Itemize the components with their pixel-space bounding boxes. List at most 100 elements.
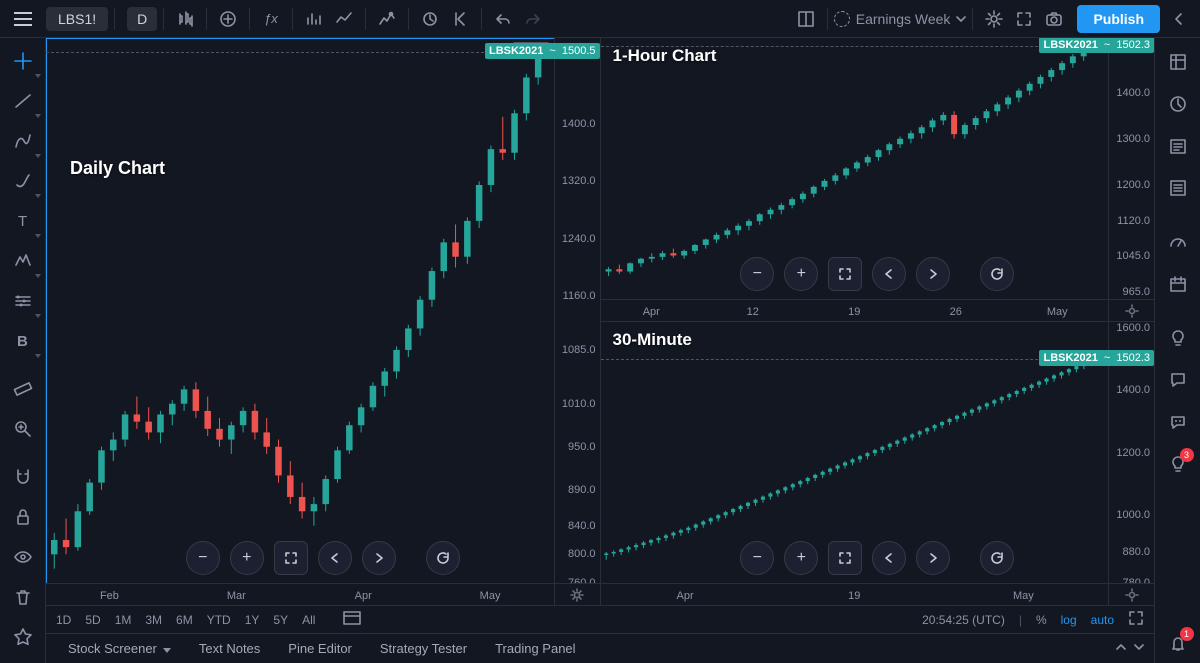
scroll-left-button[interactable] [872, 541, 906, 575]
reset-button[interactable] [980, 257, 1014, 291]
tool-pattern[interactable] [3, 242, 43, 280]
chart-grid: USD Daily Chart LBSK2021 ~ 1500.5 1400.0… [46, 38, 1154, 605]
tool-fib[interactable] [3, 122, 43, 160]
tool-zoom[interactable] [3, 410, 43, 448]
public-chat-icon[interactable] [1158, 360, 1198, 400]
maximize-pane-button[interactable] [828, 541, 862, 575]
range-5D[interactable]: 5D [85, 613, 100, 627]
zoom-out-button[interactable]: − [186, 541, 220, 575]
layout-icon[interactable] [791, 5, 821, 33]
axis-settings-hour[interactable] [1108, 299, 1154, 321]
watchlist-icon[interactable] [1158, 42, 1198, 82]
pane-daily[interactable]: USD Daily Chart LBSK2021 ~ 1500.5 1400.0… [46, 38, 600, 605]
yaxis-hour[interactable]: 1400.01300.01200.01120.01045.0965.0 [1108, 38, 1154, 299]
percent-toggle[interactable]: % [1036, 613, 1047, 627]
zoom-in-button[interactable]: + [230, 541, 264, 575]
tool-trendline[interactable] [3, 82, 43, 120]
pane-thirty[interactable]: 30-Minute LBSK2021~ 1502.3 1600.01400.01… [601, 322, 1155, 605]
fullscreen-icon[interactable] [1009, 5, 1039, 33]
bars-icon[interactable] [299, 5, 329, 33]
alert-icon[interactable] [415, 5, 445, 33]
tool-trash[interactable] [3, 578, 43, 616]
financials-icon[interactable] [372, 5, 402, 33]
goto-date-icon[interactable] [343, 611, 361, 628]
scroll-right-button[interactable] [916, 541, 950, 575]
layout-name[interactable]: Earnings Week [834, 11, 967, 27]
zoom-out-button[interactable]: − [740, 541, 774, 575]
range-1M[interactable]: 1M [115, 613, 132, 627]
tool-forecast[interactable] [3, 282, 43, 320]
axis-settings-thirty[interactable] [1108, 583, 1154, 605]
axis-fullscreen-icon[interactable] [1128, 610, 1144, 629]
bottom-tab-text-notes[interactable]: Text Notes [185, 637, 274, 660]
publish-button[interactable]: Publish [1077, 5, 1160, 33]
candles-icon[interactable] [170, 5, 200, 33]
tool-magnet[interactable] [3, 458, 43, 496]
undo-icon[interactable] [488, 5, 518, 33]
yaxis-daily[interactable]: 1400.01320.01240.01160.01085.01010.0950.… [554, 38, 600, 583]
maximize-pane-button[interactable] [828, 257, 862, 291]
range-6M[interactable]: 6M [176, 613, 193, 627]
ideas-stream-icon[interactable]: 3 [1158, 444, 1198, 484]
scroll-left-button[interactable] [872, 257, 906, 291]
tool-brush[interactable] [3, 162, 43, 200]
xaxis-daily[interactable]: FebMarAprMay [46, 583, 554, 605]
price-tag-daily: LBSK2021 ~ 1500.5 [485, 43, 600, 59]
range-All[interactable]: All [302, 613, 315, 627]
range-1D[interactable]: 1D [56, 613, 71, 627]
auto-toggle[interactable]: auto [1091, 613, 1114, 627]
zoom-in-button[interactable]: + [784, 541, 818, 575]
tool-eye[interactable] [3, 538, 43, 576]
zoom-in-button[interactable]: + [784, 257, 818, 291]
reset-button[interactable] [426, 541, 460, 575]
range-YTD[interactable]: YTD [207, 613, 231, 627]
bottom-tab-stock-screener[interactable]: Stock Screener [54, 637, 185, 660]
xaxis-thirty[interactable]: Apr19May [601, 583, 1109, 605]
range-3M[interactable]: 3M [145, 613, 162, 627]
gauge-icon[interactable] [1158, 222, 1198, 262]
news-icon[interactable] [1158, 126, 1198, 166]
range-5Y[interactable]: 5Y [273, 613, 288, 627]
collapse-right-icon[interactable] [1164, 5, 1194, 33]
tool-star[interactable] [3, 618, 43, 656]
menu-button[interactable] [6, 0, 40, 37]
bottom-tab-pine-editor[interactable]: Pine Editor [274, 637, 366, 660]
bottom-tab-strategy-tester[interactable]: Strategy Tester [366, 637, 481, 660]
redo-icon[interactable] [518, 5, 548, 33]
ideas-icon[interactable] [1158, 318, 1198, 358]
scroll-right-button[interactable] [362, 541, 396, 575]
axis-settings-daily[interactable] [554, 583, 600, 605]
interval-pill[interactable]: D [127, 7, 157, 31]
range-bar: 1D5D1M3M6MYTD1Y5YAll 20:54:25 (UTC) | % … [46, 605, 1154, 633]
private-chat-icon[interactable] [1158, 402, 1198, 442]
bottom-tab-trading-panel[interactable]: Trading Panel [481, 637, 589, 660]
xaxis-hour[interactable]: Apr121926May [601, 299, 1109, 321]
tool-measure[interactable] [3, 370, 43, 408]
calendar-icon[interactable] [1158, 264, 1198, 304]
panel-down-icon[interactable] [1132, 640, 1146, 657]
pane-hour[interactable]: 1-Hour Chart LBSK2021~ 1502.3 1400.01300… [601, 38, 1155, 321]
alerts-icon[interactable] [1158, 84, 1198, 124]
maximize-pane-button[interactable] [274, 541, 308, 575]
tool-lock[interactable] [3, 498, 43, 536]
hotlist-icon[interactable] [1158, 168, 1198, 208]
tool-bitcoin[interactable]: B [3, 322, 43, 360]
log-toggle[interactable]: log [1061, 613, 1077, 627]
tool-crosshair[interactable] [3, 42, 43, 80]
zoom-out-button[interactable]: − [740, 257, 774, 291]
notifications-icon[interactable]: 1 [1158, 623, 1198, 663]
replay-icon[interactable] [445, 5, 475, 33]
add-indicator-icon[interactable] [213, 5, 243, 33]
reset-button[interactable] [980, 541, 1014, 575]
scroll-left-button[interactable] [318, 541, 352, 575]
range-1Y[interactable]: 1Y [245, 613, 260, 627]
function-icon[interactable]: ƒx [256, 5, 286, 33]
chart-controls-thirty: − + [740, 541, 1014, 575]
panel-up-icon[interactable] [1114, 640, 1128, 657]
compare-icon[interactable] [329, 5, 359, 33]
settings-icon[interactable] [979, 5, 1009, 33]
tool-text[interactable]: T [3, 202, 43, 240]
symbol-pill[interactable]: LBS1! [46, 7, 108, 31]
snapshot-icon[interactable] [1039, 5, 1069, 33]
scroll-right-button[interactable] [916, 257, 950, 291]
